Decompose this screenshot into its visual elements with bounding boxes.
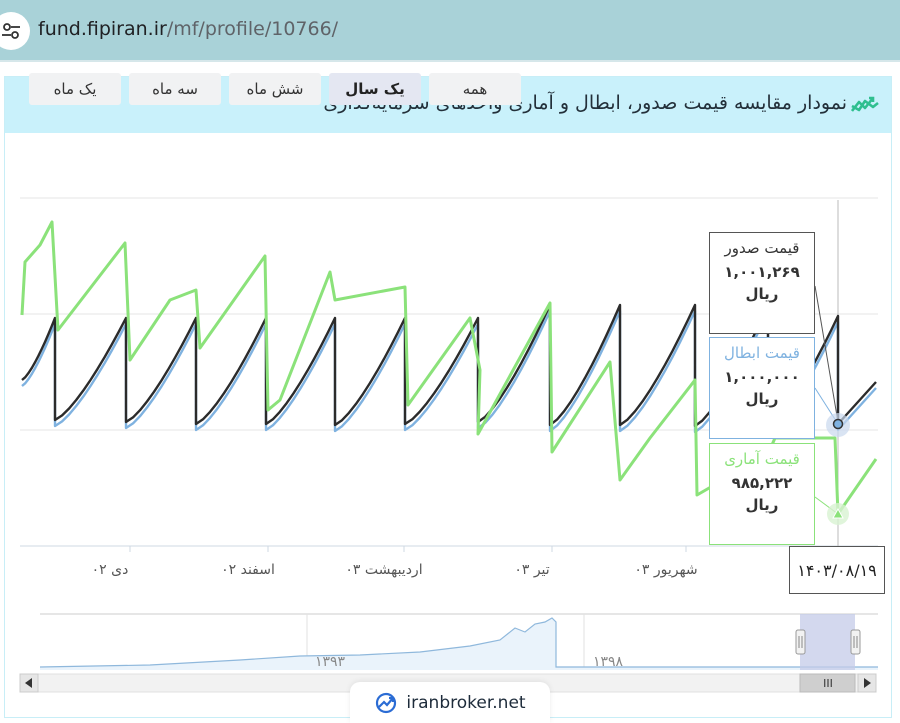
tooltip-unit: ریال — [745, 390, 779, 408]
tooltip-title: قیمت آماری — [724, 450, 800, 468]
tooltip-unit: ریال — [745, 285, 779, 303]
navigator-handle-left[interactable] — [795, 629, 806, 655]
tooltip-value: ۹۸۵,۲۲۲ — [731, 474, 793, 492]
x-tick-label: شهریور ۰۳ — [634, 562, 697, 578]
tooltip-redeem-price: قیمت ابطال ۱,۰۰۰,۰۰۰ ریال — [709, 337, 815, 439]
navigator-label: ۱۳۹۳ — [315, 654, 346, 670]
watermark: iranbroker.net — [350, 682, 550, 723]
navigator[interactable] — [39, 613, 878, 670]
tooltip-title: قیمت صدور — [724, 239, 800, 257]
x-tick-label: اسفند ۰۲ — [221, 562, 275, 578]
watermark-text: iranbroker.net — [406, 692, 526, 713]
tooltip-value: ۱,۰۰۱,۲۶۹ — [724, 263, 800, 281]
growth-logo-icon — [376, 692, 397, 713]
tooltip-unit: ریال — [745, 496, 779, 514]
scrollbar-grip: III — [823, 677, 833, 690]
tooltip-date: ۱۴۰۳/۰۸/۱۹ — [789, 546, 885, 594]
navigator-selection[interactable] — [800, 614, 855, 670]
tooltip-stat-price: قیمت آماری ۹۸۵,۲۲۲ ریال — [709, 443, 815, 545]
x-tick-label: اردیبهشت ۰۳ — [345, 562, 422, 578]
x-tick-label: تیر ۰۳ — [514, 562, 549, 578]
tooltip-connectors — [814, 285, 839, 515]
navigator-label: ۱۳۹۸ — [593, 654, 624, 670]
marker-redeem — [832, 418, 844, 430]
tooltip-issue-price: قیمت صدور ۱,۰۰۱,۲۶۹ ریال — [709, 232, 815, 334]
navigator-area — [40, 618, 878, 670]
x-axis-ticks: دی ۰۲ اسفند ۰۲ اردیبهشت ۰۳ تیر ۰۳ شهریور ۰۳ — [92, 546, 698, 578]
tooltip-title: قیمت ابطال — [724, 344, 800, 362]
x-tick-label: دی ۰۲ — [92, 562, 129, 578]
tooltip-value: ۱,۰۰۰,۰۰۰ — [724, 368, 800, 386]
navigator-handle-right[interactable] — [850, 629, 861, 655]
